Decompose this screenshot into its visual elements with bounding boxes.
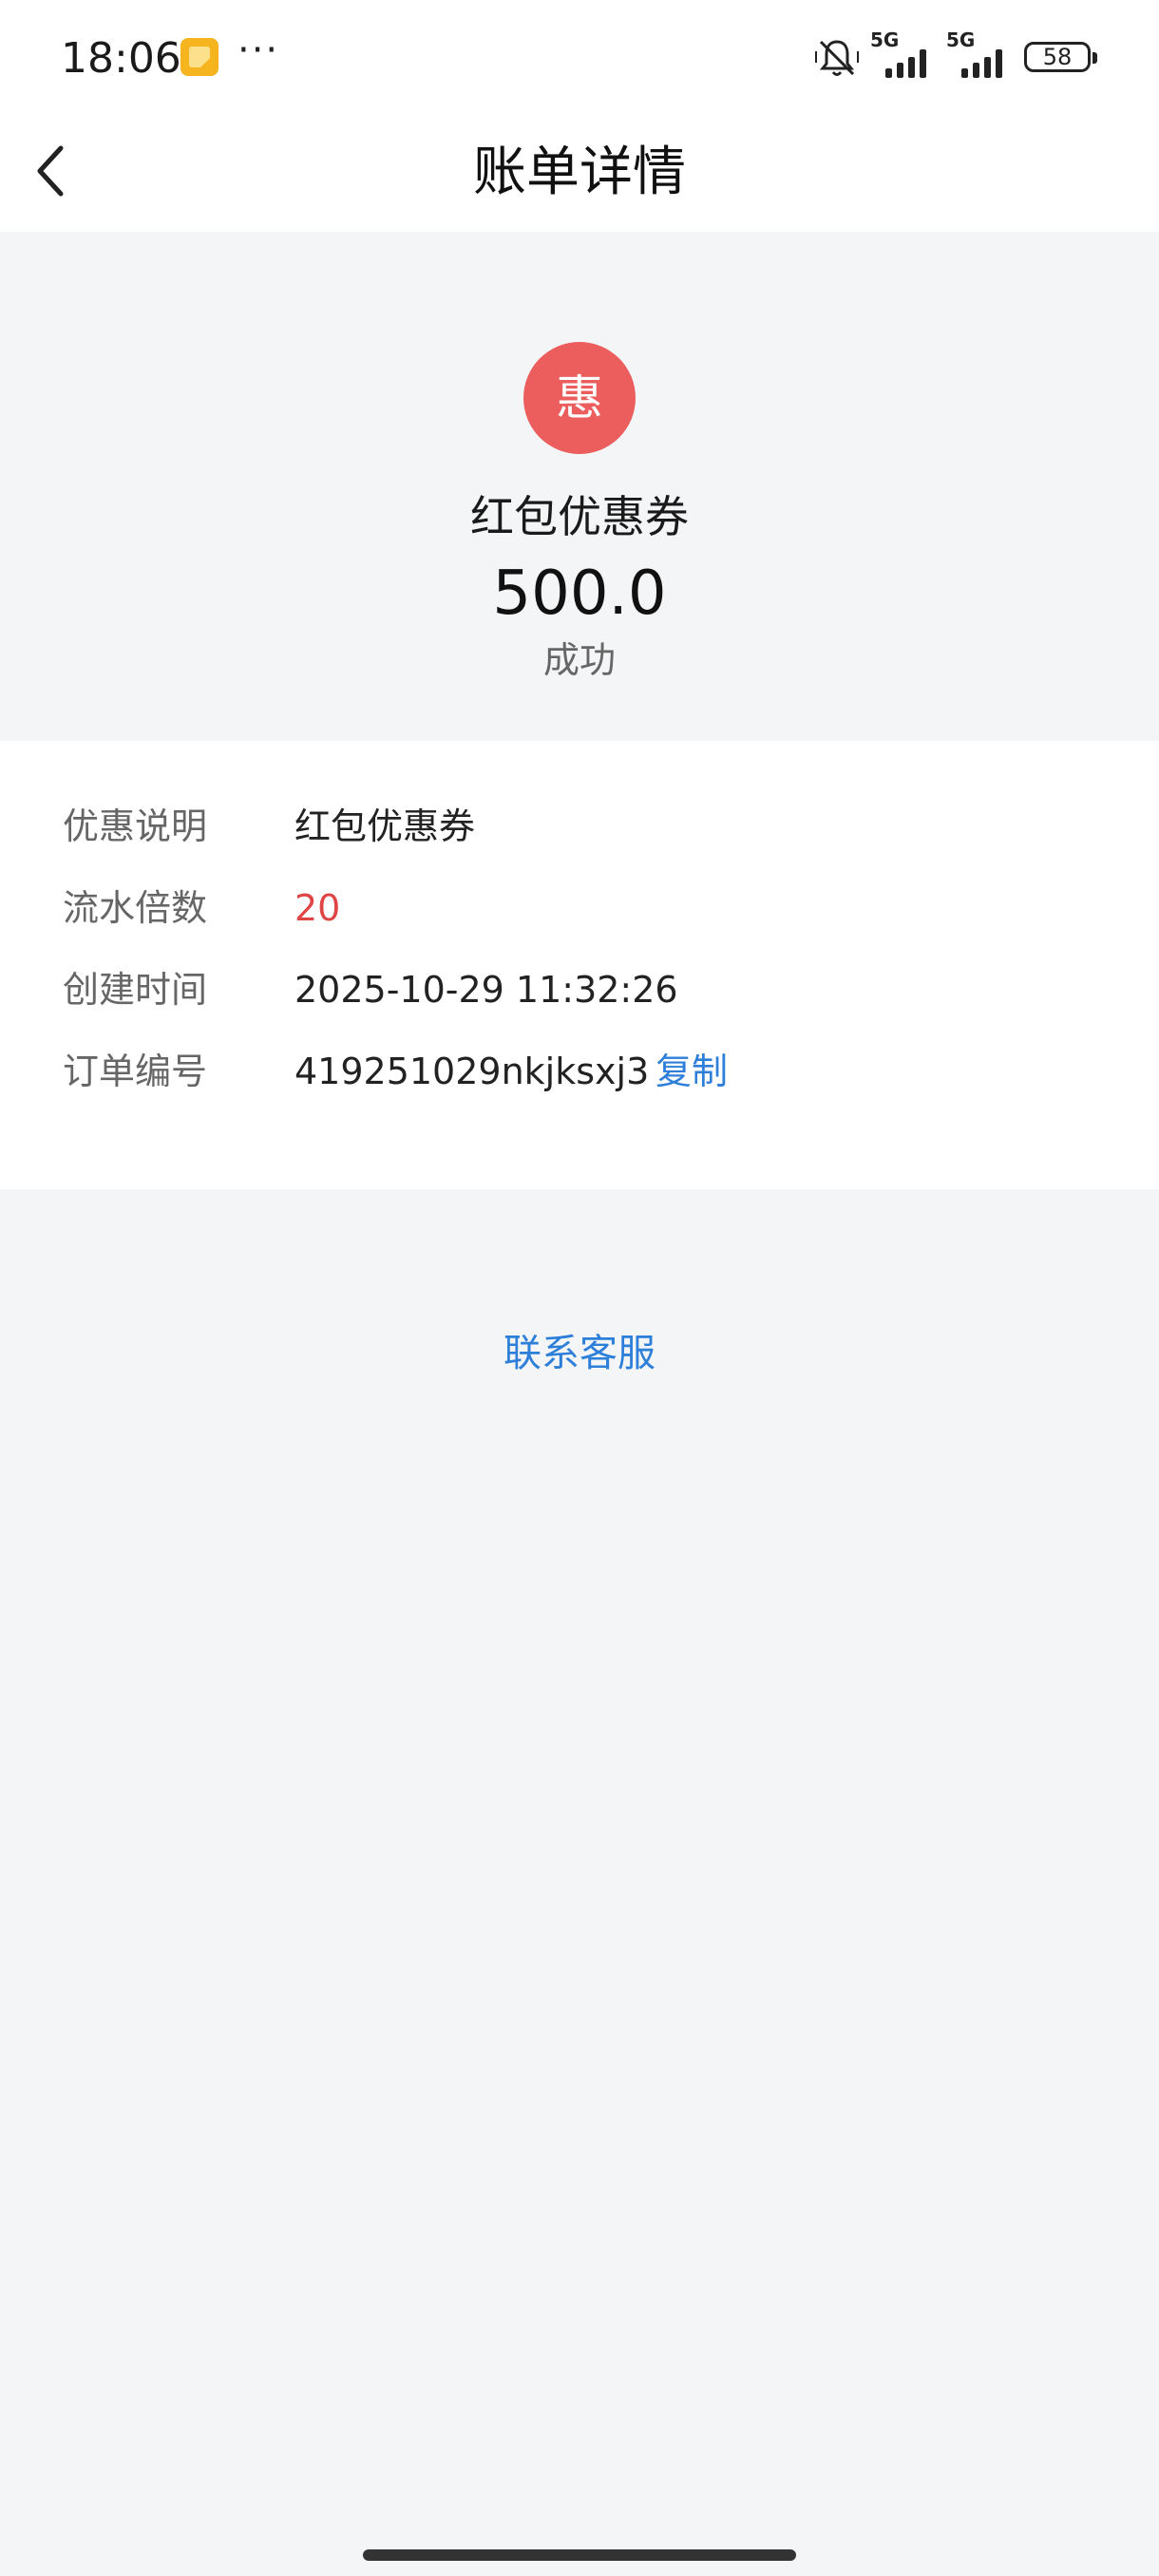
app-notification-icon: [180, 38, 218, 76]
detail-value: 20: [294, 887, 341, 929]
more-dots-icon: ···: [238, 28, 280, 72]
page-title: 账单详情: [473, 142, 686, 203]
detail-label: 订单编号: [63, 1051, 208, 1092]
detail-row-turnover-multiple: 流水倍数 20: [0, 870, 1159, 946]
detail-row-created-time: 创建时间 2025-10-29 11:32:26: [0, 952, 1159, 1028]
contact-support-button[interactable]: 联系客服: [504, 1332, 656, 1375]
nav-bar: 账单详情: [0, 114, 1159, 232]
battery-icon: 58: [1024, 42, 1097, 72]
bill-status: 成功: [542, 639, 616, 681]
detail-value: 红包优惠券: [294, 805, 476, 847]
signal-5g-icon: 5G: [946, 28, 1013, 78]
mute-icon: [815, 40, 859, 76]
signal-5g-icon: 5G: [870, 28, 937, 78]
bill-details: 优惠说明 红包优惠券 流水倍数 20 创建时间 2025-10-29 11:32…: [0, 741, 1159, 1189]
status-time: 18:06: [61, 34, 181, 83]
home-indicator[interactable]: [363, 2549, 796, 2561]
detail-row-description: 优惠说明 红包优惠券: [0, 788, 1159, 864]
detail-label: 优惠说明: [63, 805, 208, 847]
bill-name: 红包优惠券: [470, 491, 689, 542]
copy-button[interactable]: 复制: [656, 1033, 728, 1109]
bill-amount: 500.0: [492, 559, 667, 629]
order-number-value: 419251029nkjksxj3: [294, 1051, 650, 1092]
status-bar: 18:06 ··· 5G 5G 58: [0, 0, 1159, 114]
contact-support-area: 联系客服: [0, 1322, 1159, 1377]
detail-value: 2025-10-29 11:32:26: [294, 969, 678, 1011]
detail-label: 流水倍数: [63, 887, 208, 929]
coupon-badge-icon: 惠: [523, 342, 636, 454]
detail-label: 创建时间: [63, 969, 208, 1011]
detail-row-order-number: 订单编号 419251029nkjksxj3 复制: [0, 1033, 1159, 1109]
bill-summary: 惠 红包优惠券 500.0 成功: [0, 232, 1159, 741]
